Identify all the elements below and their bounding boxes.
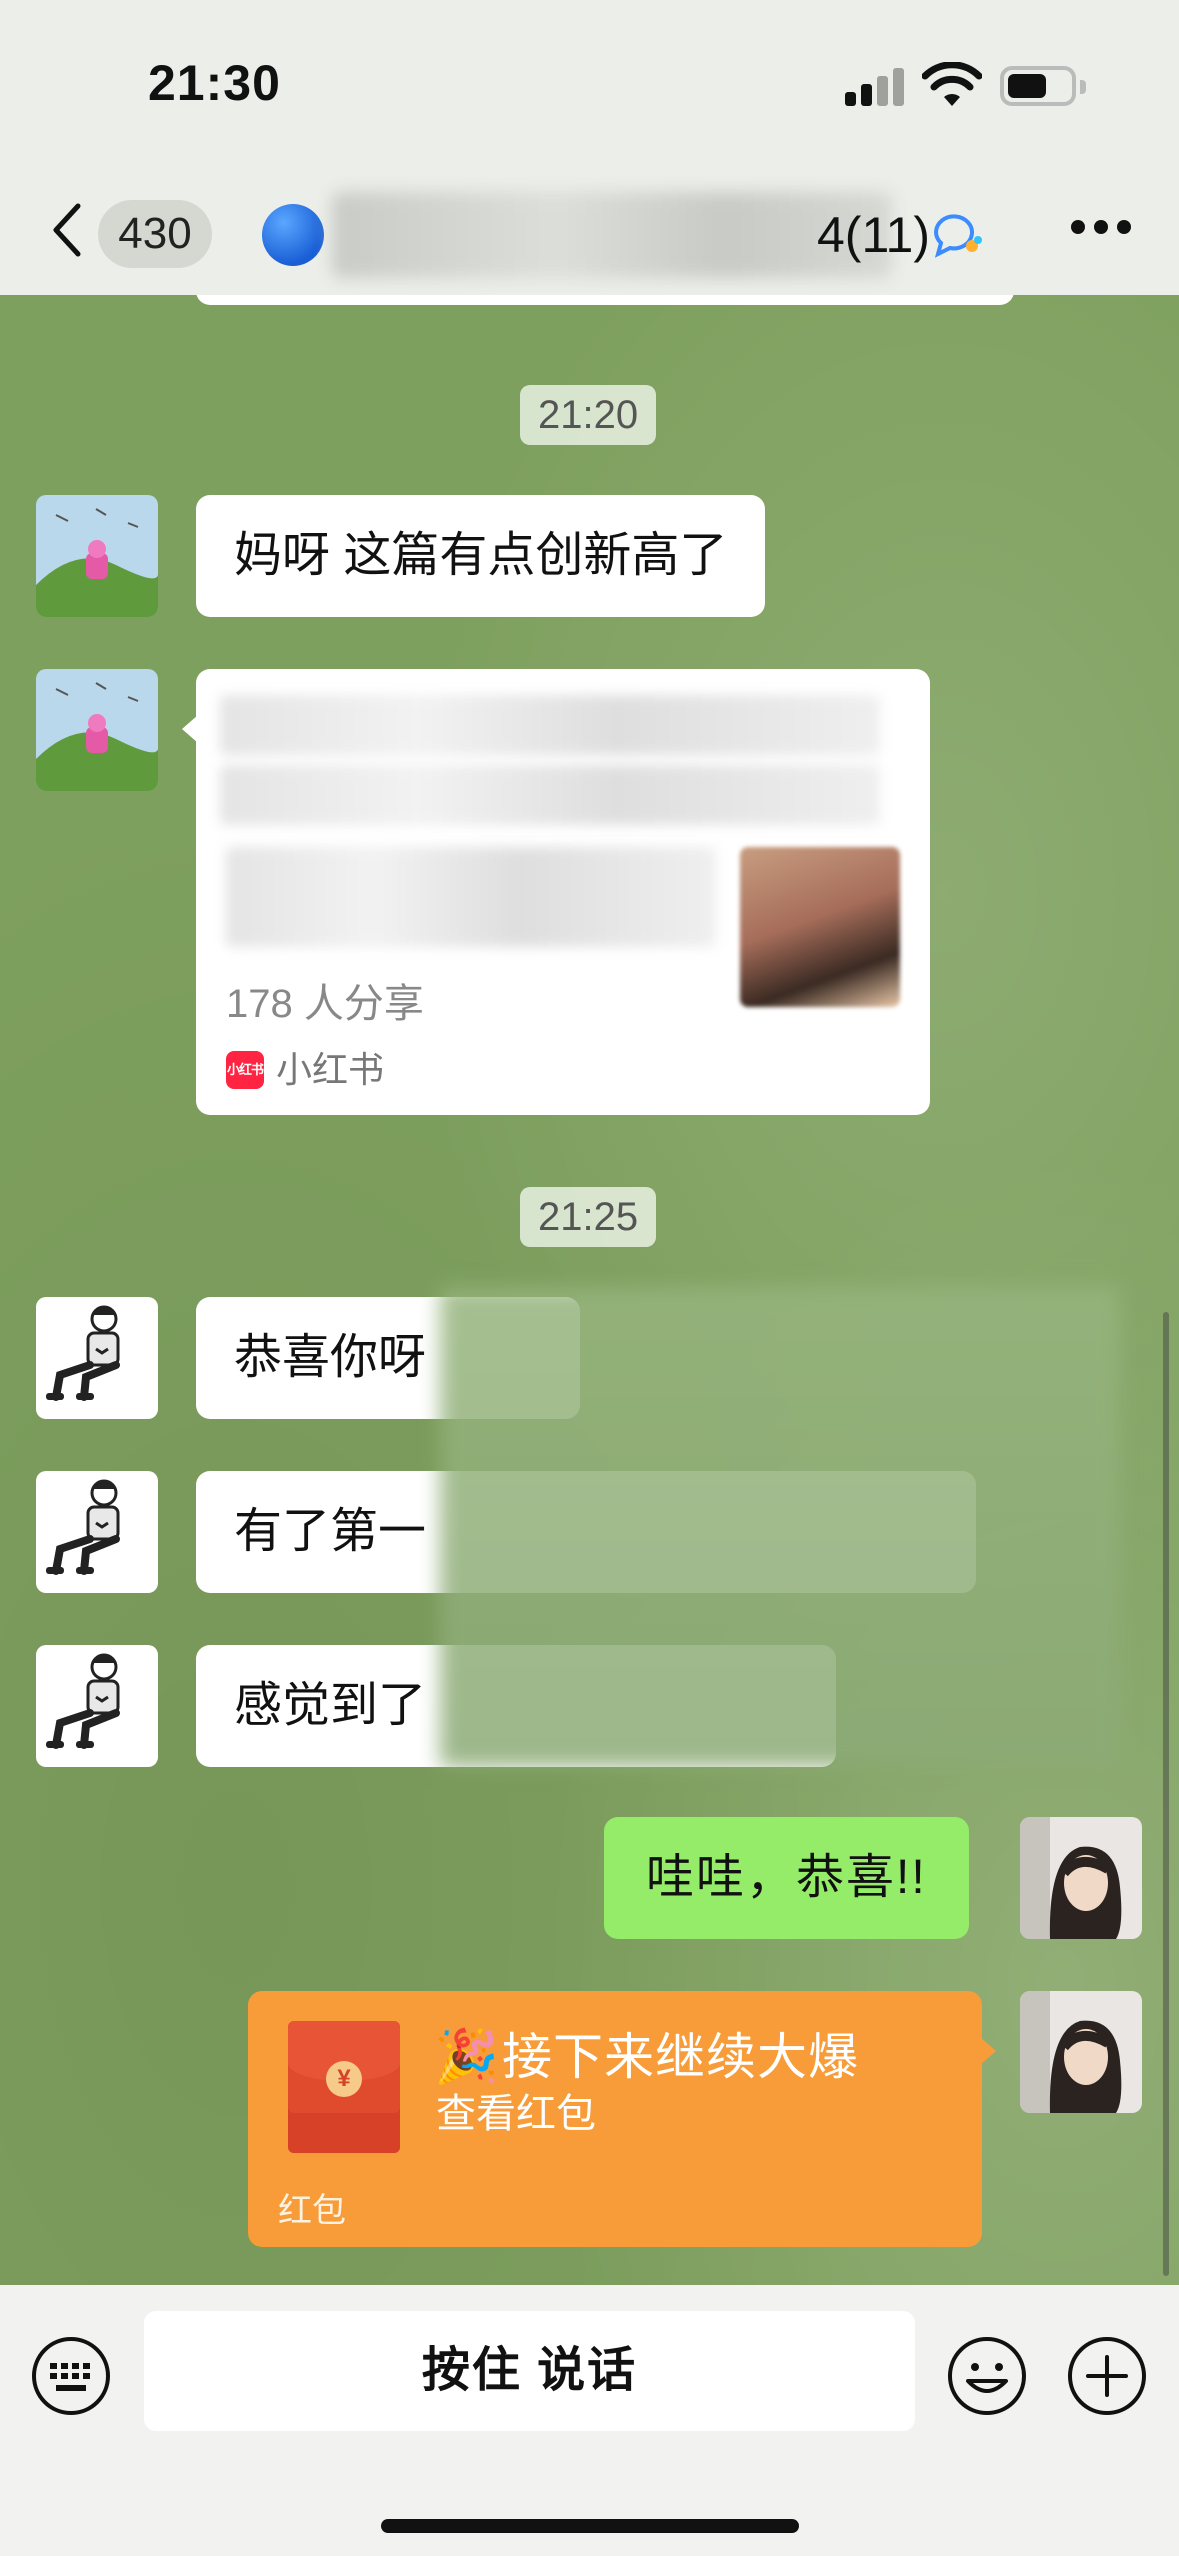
- back-chevron-icon[interactable]: [48, 200, 88, 260]
- chat-ai-icon[interactable]: [930, 212, 986, 258]
- redaction-blur: [440, 1287, 1120, 1767]
- status-time: 21:30: [148, 55, 281, 111]
- chat-title[interactable]: 4(11): [262, 192, 1002, 278]
- timestamp: 21:20: [520, 385, 657, 445]
- red-envelope-icon: ¥: [288, 2021, 400, 2153]
- shared-link-card[interactable]: 178 人分享 小红书 小红书: [182, 669, 930, 1115]
- previous-message-card: [196, 295, 1014, 305]
- chat-title-member-count: 4(11): [817, 207, 931, 263]
- avatar[interactable]: [36, 1297, 158, 1419]
- redacted-link-title: [220, 695, 880, 755]
- battery-icon: [1000, 66, 1086, 106]
- message-bubble[interactable]: 妈呀 这篇有点创新高了: [196, 495, 766, 617]
- red-packet-subtitle: 查看红包: [436, 2092, 596, 2136]
- redacted-link-description: [226, 847, 716, 947]
- link-source: 小红书: [276, 1049, 385, 1090]
- more-options-icon[interactable]: [1071, 220, 1131, 240]
- cellular-signal-icon: [845, 66, 907, 106]
- unread-count-badge[interactable]: 430: [98, 200, 212, 268]
- avatar[interactable]: [36, 1471, 158, 1593]
- hold-to-talk-button[interactable]: 按住 说话: [144, 2311, 915, 2431]
- red-packet-label: 红包: [278, 2192, 346, 2230]
- wifi-icon: [922, 62, 982, 106]
- red-packet-card[interactable]: ¥ 🎉 接下来继续大爆 查看红包 红包: [248, 1991, 996, 2247]
- my-message-bubble[interactable]: 哇哇，恭喜!!: [604, 1817, 969, 1939]
- status-bar: 21:30: [0, 0, 1179, 170]
- share-count: 178 人分享: [226, 982, 424, 1026]
- avatar[interactable]: [36, 1645, 158, 1767]
- redacted-title: [332, 192, 892, 278]
- xiaohongshu-logo-icon: 小红书: [226, 1051, 264, 1089]
- party-popper-icon: 🎉: [434, 2028, 499, 2086]
- keyboard-icon[interactable]: [30, 2335, 112, 2417]
- my-avatar[interactable]: [1020, 1991, 1142, 2113]
- red-packet-title: 接下来继续大爆: [502, 2029, 859, 2085]
- scrollbar[interactable]: [1163, 1312, 1169, 2276]
- timestamp: 21:25: [520, 1187, 657, 1247]
- plus-icon[interactable]: [1066, 2335, 1148, 2417]
- avatar[interactable]: [36, 495, 158, 617]
- avatar[interactable]: [36, 669, 158, 791]
- my-avatar[interactable]: [1020, 1817, 1142, 1939]
- emoji-icon[interactable]: [946, 2335, 1028, 2417]
- link-thumbnail: [740, 847, 900, 1007]
- redacted-link-title: [220, 765, 880, 825]
- blue-circle-icon: [262, 204, 324, 266]
- chat-header: 430 4(11): [0, 170, 1179, 295]
- home-indicator[interactable]: [381, 2519, 799, 2533]
- input-bar: 按住 说话: [0, 2285, 1179, 2556]
- chat-area[interactable]: 21:20 妈呀 这篇有点创新高了 178 人分享 小红书 小红书 21:25: [0, 295, 1179, 2285]
